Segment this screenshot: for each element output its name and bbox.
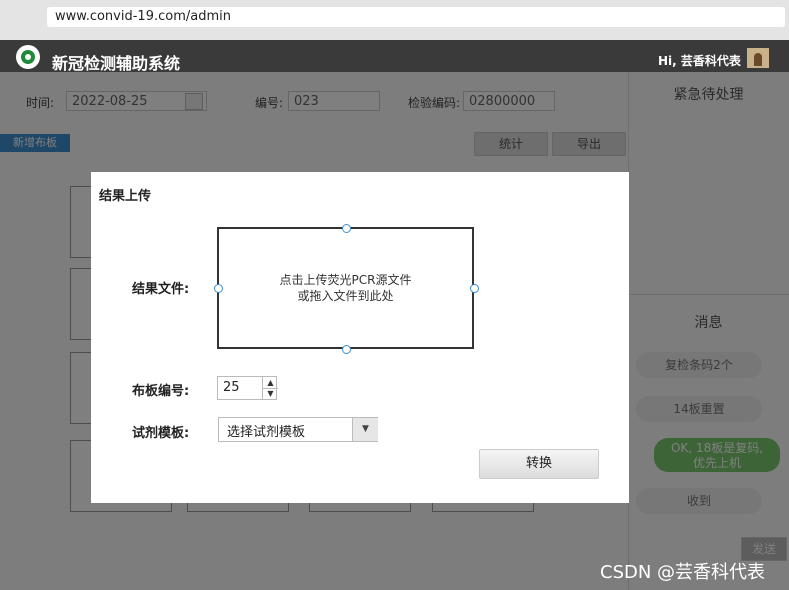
watermark: CSDN @芸香科代表 [600, 562, 766, 583]
avatar[interactable] [747, 48, 769, 68]
board-number-label: 布板编号: [132, 384, 190, 399]
resize-handle-left[interactable] [214, 284, 223, 293]
address-bar[interactable]: www.convid-19.com/admin [47, 7, 785, 27]
drop-zone-hint: 点击上传荧光PCR源文件 或拖入文件到此处 [217, 272, 474, 304]
resize-handle-bottom[interactable] [342, 345, 351, 354]
drop-hint-line2: 或拖入文件到此处 [297, 289, 394, 303]
dialog-title: 结果上传 [99, 189, 152, 204]
app-logo-core [25, 54, 31, 60]
app-title: 新冠检测辅助系统 [52, 54, 181, 73]
reagent-label: 试剂模板: [132, 426, 190, 441]
resize-handle-top[interactable] [342, 224, 351, 233]
drop-hint-line1: 点击上传荧光PCR源文件 [279, 273, 412, 287]
file-label: 结果文件: [132, 282, 190, 297]
board-number-value[interactable]: 25 [223, 380, 240, 395]
reagent-template-value[interactable]: 选择试剂模板 [227, 421, 305, 440]
convert-button[interactable]: 转换 [479, 449, 599, 479]
chevron-down-icon[interactable]: ▼ [352, 418, 378, 441]
stepper-buttons: ▲ ▼ [262, 377, 278, 399]
resize-handle-right[interactable] [470, 284, 479, 293]
stepper-down-icon[interactable]: ▼ [263, 388, 278, 399]
user-greeting: Hi, 芸香科代表 [658, 54, 741, 68]
